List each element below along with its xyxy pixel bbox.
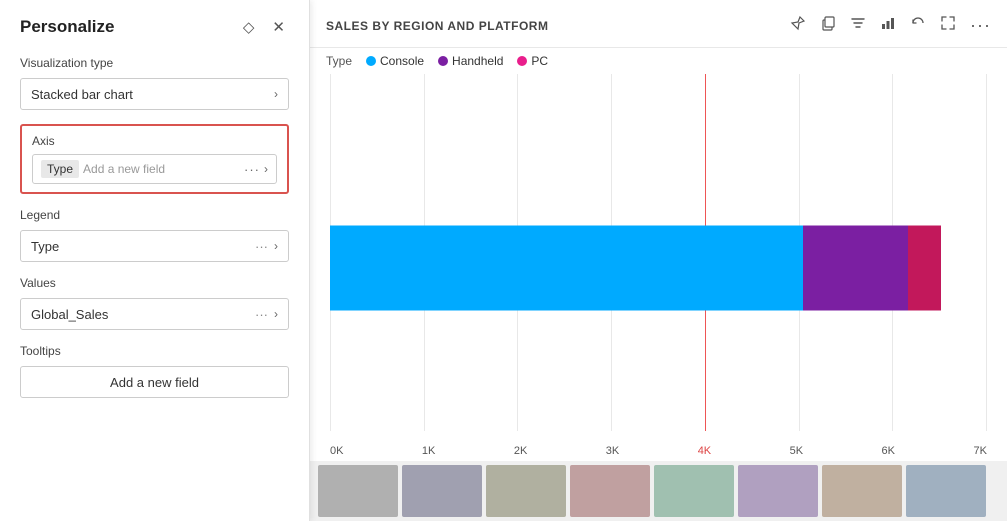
axis-add-field-placeholder: Add a new field [83,162,240,176]
personalize-panel: Personalize ◇ ✕ Visualization type Stack… [0,0,310,521]
thumbnail-5 [654,465,734,517]
bar-segment-console [330,225,803,310]
pc-label: PC [531,54,548,68]
axis-field-row[interactable]: Type Add a new field ··· › [32,154,277,184]
values-dropdown[interactable]: Global_Sales ··· › [20,298,289,330]
thumbnail-7 [822,465,902,517]
undo-icon[interactable] [910,15,926,36]
x-axis: 0K 1K 2K 3K 4K 5K 6K 7K [330,445,987,457]
console-label: Console [380,54,424,68]
viz-type-label: Visualization type [20,56,289,70]
x-tick-3: 3K [606,445,619,457]
legend-arrow-icon: › [274,239,278,253]
bottom-image-strip [310,461,1007,521]
axis-arrow-icon: › [264,162,268,176]
viz-type-section: Visualization type Stacked bar chart › [20,56,289,110]
x-tick-4: 4K [698,445,711,457]
close-icon[interactable]: ✕ [268,16,289,38]
x-tick-2: 2K [514,445,527,457]
copy-icon[interactable] [820,15,836,36]
values-label: Values [20,276,289,290]
axis-type-tag: Type [41,160,79,178]
values-arrow-icon: › [274,307,278,321]
tooltips-add-field-button[interactable]: Add a new field [20,366,289,398]
x-tick-1: 1K [422,445,435,457]
axis-label: Axis [32,134,277,148]
legend-dots-icon[interactable]: ··· [255,239,268,254]
axis-dots-icon[interactable]: ··· [244,162,260,177]
tooltips-add-field-text: Add a new field [110,375,199,390]
reset-icon[interactable]: ◇ [239,16,259,38]
legend-item-console: Console [366,54,424,68]
panel-header: Personalize ◇ ✕ [20,16,289,38]
legend-value: Type [31,239,59,254]
pc-dot [517,56,527,66]
legend-item-pc: PC [517,54,548,68]
chart-legend: Type Console Handheld PC [310,48,1007,74]
chart-title: SALES BY REGION AND PLATFORM [326,19,548,33]
handheld-dot [438,56,448,66]
panel-header-icons: ◇ ✕ [239,16,289,38]
legend-item-handheld: Handheld [438,54,503,68]
tooltips-label: Tooltips [20,344,289,358]
focus-icon[interactable] [940,15,956,36]
bar-segment-pc [908,225,941,310]
legend-section: Legend Type ··· › [20,208,289,262]
more-options-icon[interactable]: ··· [970,15,991,36]
values-value: Global_Sales [31,307,108,322]
legend-type-prefix: Type [326,54,352,68]
panel-title: Personalize [20,17,115,37]
thumbnail-2 [402,465,482,517]
thumbnail-6 [738,465,818,517]
viz-type-arrow-icon: › [274,87,278,101]
analytics-icon[interactable] [880,15,896,36]
viz-type-dropdown[interactable]: Stacked bar chart › [20,78,289,110]
thumbnail-3 [486,465,566,517]
chart-area: 0K 1K 2K 3K 4K 5K 6K 7K [310,74,1007,461]
stacked-bar-wrapper [330,225,987,310]
top-bar: SALES BY REGION AND PLATFORM ··· [310,0,1007,48]
thumbnail-1 [318,465,398,517]
pin-icon[interactable] [790,15,806,36]
thumbnail-4 [570,465,650,517]
toolbar-icons: ··· [790,15,991,36]
main-area: SALES BY REGION AND PLATFORM ··· [310,0,1007,521]
console-dot [366,56,376,66]
x-tick-7: 7K [973,445,986,457]
legend-label: Legend [20,208,289,222]
values-section: Values Global_Sales ··· › [20,276,289,330]
filter-icon[interactable] [850,15,866,36]
handheld-label: Handheld [452,54,503,68]
viz-type-value: Stacked bar chart [31,87,133,102]
axis-section: Axis Type Add a new field ··· › [20,124,289,194]
x-tick-0: 0K [330,445,343,457]
x-tick-5: 5K [790,445,803,457]
stacked-bar [330,225,987,310]
thumbnail-8 [906,465,986,517]
bar-segment-handheld [803,225,908,310]
legend-dropdown[interactable]: Type ··· › [20,230,289,262]
x-tick-6: 6K [882,445,895,457]
values-dots-icon[interactable]: ··· [255,307,268,322]
tooltips-section: Tooltips Add a new field [20,344,289,398]
